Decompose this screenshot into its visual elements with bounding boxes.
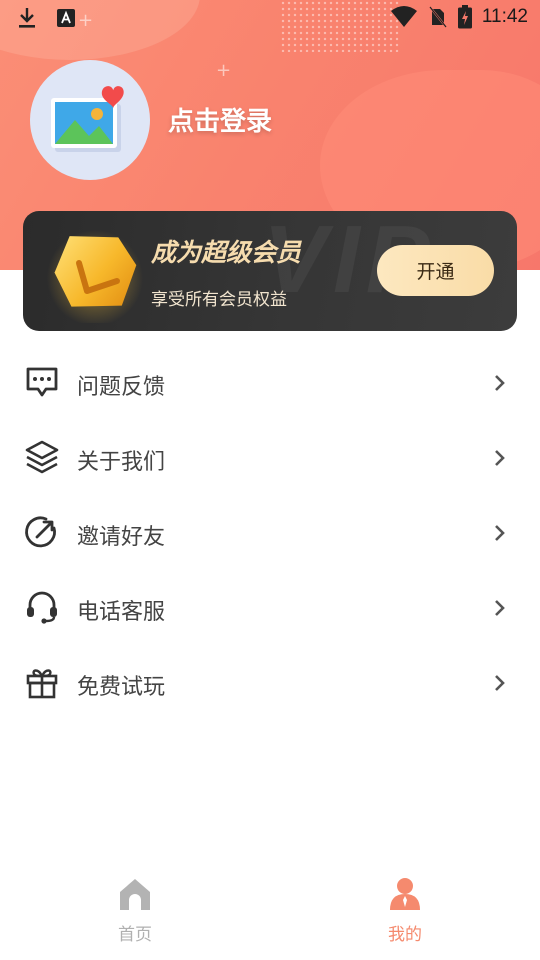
battery-charging-icon — [457, 5, 472, 29]
gift-icon — [26, 669, 58, 699]
wifi-icon — [390, 6, 417, 27]
menu-item-about-us[interactable]: 关于我们 — [0, 421, 540, 496]
share-arrow-icon — [25, 516, 56, 548]
app-notification-icon — [57, 9, 75, 27]
status-time: 11:42 — [481, 6, 528, 27]
vip-card[interactable]: VIP 成为超级会员 享受所有会员权益 开通 — [23, 211, 517, 331]
menu-item-invite-friends[interactable]: 邀请好友 — [0, 496, 540, 571]
menu-item-label: 邀请好友 — [77, 525, 166, 550]
vip-badge-icon — [47, 230, 143, 323]
bottom-tab-bar: 首页 我的 — [0, 868, 540, 960]
chevron-right-icon — [495, 375, 505, 391]
menu-item-label: 免费试玩 — [77, 675, 166, 700]
chevron-right-icon — [495, 450, 505, 466]
chevron-right-icon — [495, 600, 505, 616]
feedback-icon — [26, 367, 58, 397]
menu-item-label: 关于我们 — [77, 450, 166, 475]
menu-item-phone-support[interactable]: 电话客服 — [0, 571, 540, 646]
download-icon — [19, 8, 35, 28]
menu-item-feedback[interactable]: 问题反馈 — [0, 346, 540, 421]
vip-title: 成为超级会员 — [151, 238, 302, 267]
tab-mine[interactable]: 我的 — [345, 868, 465, 960]
menu-item-free-trial[interactable]: 免费试玩 — [0, 646, 540, 721]
tab-label: 我的 — [388, 925, 422, 945]
chevron-right-icon — [495, 675, 505, 691]
avatar[interactable] — [30, 60, 150, 180]
vip-subtitle: 享受所有会员权益 — [151, 290, 287, 310]
image-placeholder-icon — [51, 86, 124, 152]
profile-icon — [390, 878, 420, 910]
menu-item-label: 问题反馈 — [77, 375, 166, 400]
no-signal-icon — [429, 6, 447, 28]
status-bar: 11:42 — [0, 0, 540, 36]
settings-menu: 问题反馈 关于我们 邀请好友 电话客服 免费试玩 — [0, 346, 540, 721]
headset-icon — [27, 591, 57, 624]
tab-home[interactable]: 首页 — [75, 868, 195, 960]
layers-icon — [25, 440, 59, 474]
vip-activate-button[interactable]: 开通 — [377, 245, 494, 296]
chevron-right-icon — [495, 525, 505, 541]
home-icon — [120, 879, 150, 910]
tab-label: 首页 — [118, 925, 152, 945]
login-prompt[interactable]: 点击登录 — [168, 101, 272, 138]
menu-item-label: 电话客服 — [77, 600, 166, 625]
